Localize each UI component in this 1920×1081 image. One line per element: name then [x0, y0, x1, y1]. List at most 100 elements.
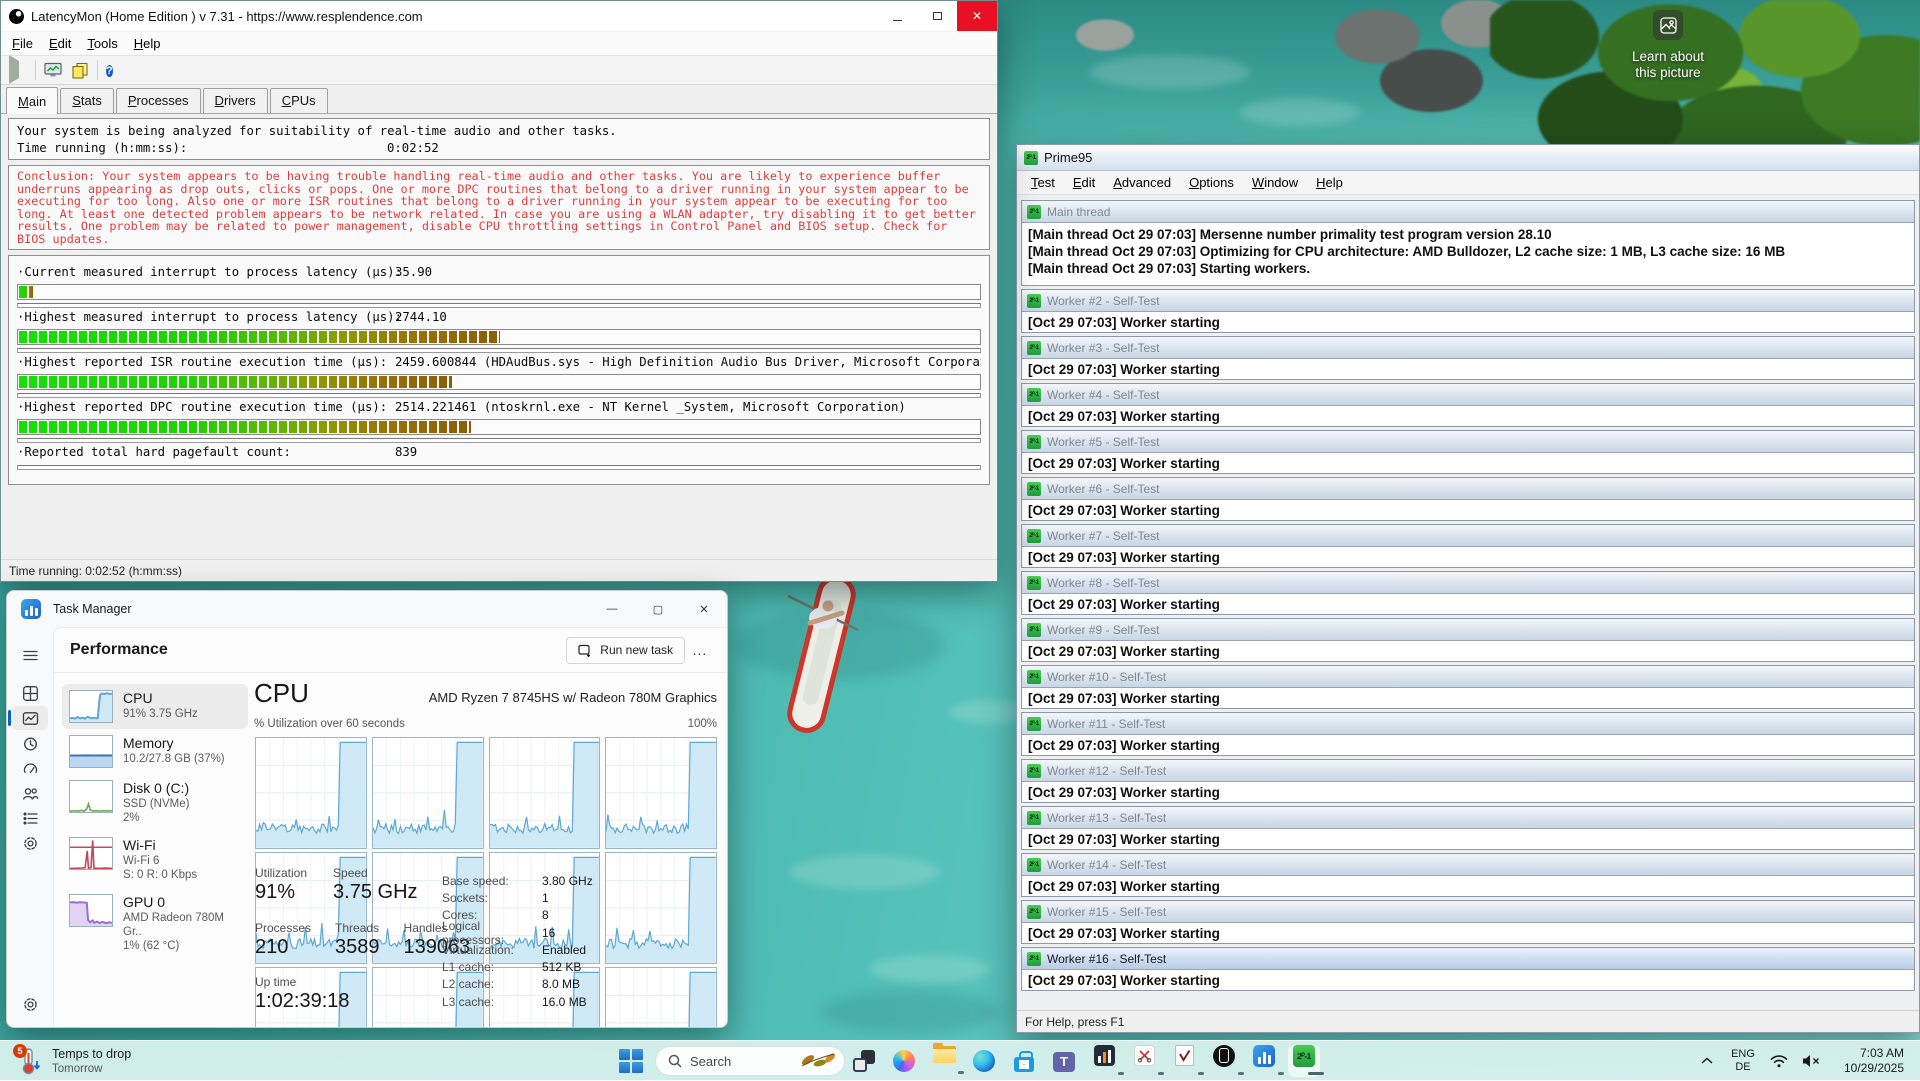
prime95-child-titlebar[interactable]: 2ᴾ-1Worker #7 - Self-Test	[1022, 525, 1914, 547]
sidebar-item-performance[interactable]	[12, 706, 48, 730]
taskbar-app-task-view[interactable]	[844, 1041, 884, 1081]
prime95-child-titlebar[interactable]: 2ᴾ-1Worker #8 - Self-Test	[1022, 572, 1914, 594]
prime95-child-titlebar[interactable]: 2ᴾ-1Worker #11 - Self-Test	[1022, 713, 1914, 735]
volume-tray-button[interactable]	[1794, 1041, 1828, 1081]
sidebar-item-settings[interactable]	[12, 992, 48, 1016]
taskbar-app-file-explorer[interactable]	[924, 1041, 964, 1081]
measurement-value: 2514.221461 (ntoskrnl.exe - NT Kernel _S…	[395, 400, 906, 414]
prime95-child-title: Worker #12 - Self-Test	[1047, 764, 1166, 778]
taskbar-app-teams[interactable]: T	[1044, 1041, 1084, 1081]
prime95-child-titlebar[interactable]: 2ᴾ-1Worker #13 - Self-Test	[1022, 807, 1914, 829]
search-box[interactable]: Search	[655, 1046, 845, 1076]
menu-item-edit[interactable]: Edit	[1064, 173, 1104, 192]
taskbar-app-task-manager[interactable]	[1244, 1041, 1284, 1081]
sidebar-entry-disk[interactable]: Disk 0 (C:)SSD (NVMe)2%	[62, 774, 248, 831]
sidebar-item-menu[interactable]	[12, 643, 48, 667]
weather-widget[interactable]: 5 Temps to drop Tomorrow	[8, 1043, 140, 1079]
taskbar-app-microsoft-store[interactable]	[1004, 1041, 1044, 1081]
sidebar-entry-wifi[interactable]: Wi-FiWi-Fi 6S: 0 R: 0 Kbps	[62, 831, 248, 888]
tab-main[interactable]: Main	[6, 87, 58, 114]
prime95-child-titlebar[interactable]: 2ᴾ-1Worker #10 - Self-Test	[1022, 666, 1914, 688]
close-button[interactable]: ✕	[681, 591, 727, 627]
prime95-child-titlebar[interactable]: 2ᴾ-1Worker #4 - Self-Test	[1022, 384, 1914, 406]
latency-led-bar	[17, 419, 981, 435]
prime95-child-titlebar[interactable]: 2ᴾ-1Worker #3 - Self-Test	[1022, 337, 1914, 359]
more-options-button[interactable]: ...	[685, 638, 715, 662]
clock-tray[interactable]: 7:03 AM 10/29/2025	[1828, 1041, 1920, 1081]
maximize-button[interactable]: ▢	[635, 591, 681, 627]
help-icon[interactable]: ?	[106, 61, 113, 80]
prime95-child-titlebar[interactable]: 2ᴾ-1Worker #2 - Self-Test	[1022, 290, 1914, 312]
latencymon-titlebar[interactable]: LatencyMon (Home Edition ) v 7.31 - http…	[1, 1, 997, 31]
start-button[interactable]	[619, 1049, 643, 1073]
taskbar-app-edge[interactable]	[964, 1041, 1004, 1081]
prime95-child-titlebar[interactable]: 2ᴾ-1Worker #16 - Self-Test	[1022, 948, 1914, 970]
menu-item-options[interactable]: Options	[1180, 173, 1243, 192]
taskbar-app-snipping-tool[interactable]	[1124, 1041, 1164, 1081]
menu-item-advanced[interactable]: Advanced	[1104, 173, 1180, 192]
sidebar-entry-cpu[interactable]: CPU91% 3.75 GHz	[62, 684, 248, 729]
sidebar-item-startup-apps[interactable]	[12, 756, 48, 780]
wifi-tray-button[interactable]	[1764, 1041, 1794, 1081]
language-line1: ENG	[1731, 1048, 1755, 1061]
measurements-box: ·Current measured interrupt to process l…	[8, 255, 990, 485]
menu-item-help[interactable]: Help	[1307, 173, 1352, 192]
tab-stats[interactable]: Stats	[60, 88, 114, 113]
sidebar-item-app-history[interactable]	[12, 731, 48, 755]
close-button[interactable]: ✕	[957, 1, 997, 31]
menu-item-test[interactable]: Test	[1022, 173, 1064, 192]
sidebar-entry-gpu[interactable]: GPU 0AMD Radeon 780M Gr..1% (62 °C)	[62, 888, 248, 959]
sidebar-item-processes[interactable]	[12, 681, 48, 705]
menu-item-tools[interactable]: Tools	[79, 34, 125, 53]
prime95-titlebar[interactable]: 2ᴾ-1 Prime95	[1017, 145, 1919, 171]
run-new-task-button[interactable]: Run new task	[566, 637, 685, 664]
prime95-child-titlebar[interactable]: 2ᴾ-1Worker #6 - Self-Test	[1022, 478, 1914, 500]
sidebar-entry-sub: 10.2/27.8 GB (37%)	[123, 752, 225, 766]
minimize-button[interactable]: —	[589, 591, 635, 627]
taskbar-app-checkmark-app[interactable]	[1164, 1041, 1204, 1081]
copy-pages-icon[interactable]	[71, 62, 89, 79]
sidebar-entry-memory[interactable]: Memory10.2/27.8 GB (37%)	[62, 729, 248, 774]
play-icon[interactable]	[9, 61, 19, 79]
menu-item-help[interactable]: Help	[126, 34, 169, 53]
paddleboarder	[760, 568, 880, 753]
taskbar-app-app-dark-bars[interactable]	[1084, 1041, 1124, 1081]
learn-about-picture[interactable]: Learn about this picture	[1606, 10, 1730, 81]
sidebar-item-details[interactable]	[12, 806, 48, 830]
prime95-icon: 2ᴾ-1	[1027, 529, 1041, 543]
sidebar-item-services[interactable]	[12, 831, 48, 855]
menu-item-window[interactable]: Window	[1243, 173, 1307, 192]
console-line: [Main thread Oct 29 07:03] Mersenne numb…	[1028, 226, 1908, 243]
detail-label: Virtualization:	[442, 943, 542, 957]
picture-info-icon[interactable]	[1653, 10, 1683, 40]
taskbar-app-copilot[interactable]	[884, 1041, 924, 1081]
menu-item-edit[interactable]: Edit	[41, 34, 79, 53]
prime95-child-titlebar[interactable]: 2ᴾ-1Main thread	[1022, 201, 1914, 223]
sidebar-entry-name: Disk 0 (C:)	[123, 780, 189, 797]
maximize-button[interactable]	[917, 1, 957, 31]
tab-cpus[interactable]: CPUs	[270, 88, 328, 113]
prime95-child-titlebar[interactable]: 2ᴾ-1Worker #14 - Self-Test	[1022, 854, 1914, 876]
latencymon-window: LatencyMon (Home Edition ) v 7.31 - http…	[0, 0, 998, 582]
tab-processes[interactable]: Processes	[116, 88, 201, 113]
minimize-button[interactable]	[877, 1, 917, 31]
report-monitor-icon[interactable]	[44, 62, 63, 79]
tab-drivers[interactable]: Drivers	[203, 88, 268, 113]
prime95-child-titlebar[interactable]: 2ᴾ-1Worker #9 - Self-Test	[1022, 619, 1914, 641]
prime95-child-titlebar[interactable]: 2ᴾ-1Worker #12 - Self-Test	[1022, 760, 1914, 782]
prime95-child-title: Worker #6 - Self-Test	[1047, 482, 1159, 496]
sidebar-item-users[interactable]	[12, 781, 48, 805]
taskbar-app-phone-link[interactable]	[1204, 1041, 1244, 1081]
language-indicator[interactable]: ENG DE	[1722, 1041, 1764, 1081]
latency-led-bar	[17, 284, 981, 300]
measurement-line: ·Current measured interrupt to process l…	[17, 265, 981, 282]
measurement-value: 35.90	[395, 265, 432, 279]
taskbar-app-prime95[interactable]: 2ᴾ-1	[1284, 1041, 1324, 1081]
snipping-tool-icon	[1134, 1045, 1155, 1066]
menu-item-file[interactable]: File	[4, 34, 41, 53]
prime95-child-titlebar[interactable]: 2ᴾ-1Worker #15 - Self-Test	[1022, 901, 1914, 923]
prime95-child-titlebar[interactable]: 2ᴾ-1Worker #5 - Self-Test	[1022, 431, 1914, 453]
task-manager-titlebar[interactable]: Task Manager — ▢ ✕	[7, 591, 727, 627]
tray-chevron-button[interactable]	[1692, 1041, 1722, 1081]
prime95-child-window: 2ᴾ-1Worker #3 - Self-Test[Oct 29 07:03] …	[1021, 336, 1915, 380]
